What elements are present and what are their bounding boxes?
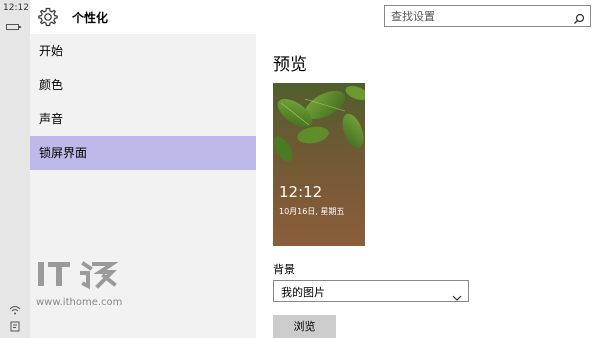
browse-button[interactable]: 浏览 [273, 315, 336, 338]
lock-screen-preview: 12:12 10月16日, 星期五 [273, 83, 365, 246]
section-title: 预览 [273, 55, 307, 75]
preview-background-image [273, 83, 365, 246]
wifi-icon[interactable] [9, 300, 21, 315]
gear-icon [37, 6, 59, 28]
sidebar-item-label: 颜色 [39, 78, 64, 92]
clock: 12:12 [3, 3, 29, 13]
battery-icon [6, 24, 21, 30]
sidebar-item-start[interactable]: 开始 [30, 34, 256, 68]
background-dropdown-value: 我的图片 [281, 286, 325, 299]
main-content: 预览 12:12 10月16日, 星期五 背景 我的图片 浏览 [256, 34, 600, 338]
sidebar-item-colors[interactable]: 颜色 [30, 68, 256, 102]
sidebar-item-lock-screen[interactable]: 锁屏界面 [30, 136, 256, 170]
settings-window: 12:12 个性化 查找设置 开始 颜色 声音 锁屏界面 www.ithome.… [0, 0, 600, 338]
sidebar: 开始 颜色 声音 锁屏界面 www.ithome.com [30, 34, 256, 338]
sidebar-item-sounds[interactable]: 声音 [30, 102, 256, 136]
sidebar-item-label: 开始 [39, 44, 64, 58]
ithome-logo [38, 260, 119, 290]
search-icon[interactable] [573, 10, 585, 24]
system-strip: 12:12 [0, 0, 30, 338]
background-dropdown[interactable]: 我的图片 [273, 280, 469, 302]
sidebar-item-label: 锁屏界面 [39, 146, 88, 160]
watermark-url: www.ithome.com [36, 297, 123, 308]
background-label: 背景 [273, 263, 295, 276]
search-input[interactable] [385, 6, 571, 26]
sidebar-item-label: 声音 [39, 112, 64, 126]
preview-time: 12:12 [279, 183, 323, 201]
page-title: 个性化 [72, 11, 109, 25]
notification-icon[interactable] [9, 317, 21, 332]
search-box[interactable] [384, 5, 591, 27]
chevron-down-icon [452, 287, 462, 301]
header: 个性化 [30, 0, 600, 34]
preview-date: 10月16日, 星期五 [279, 207, 345, 216]
